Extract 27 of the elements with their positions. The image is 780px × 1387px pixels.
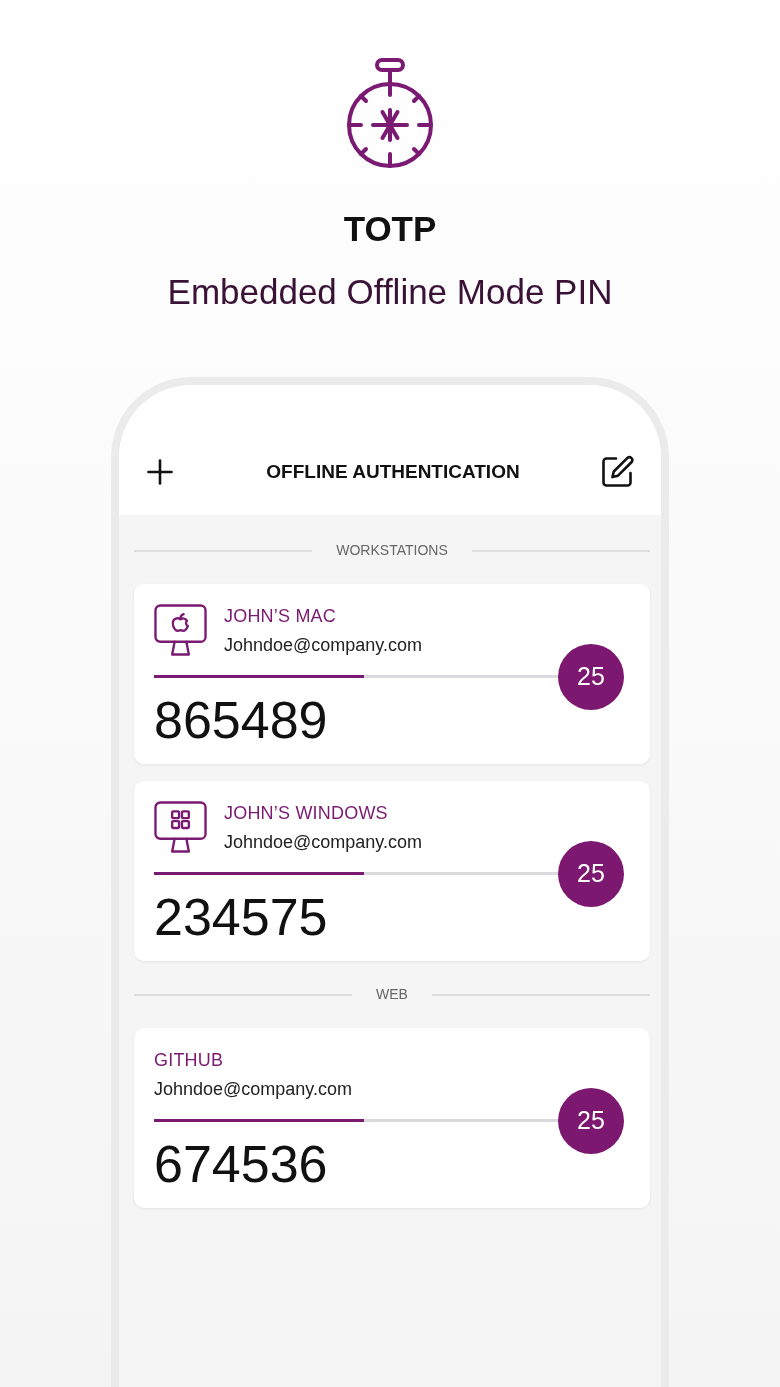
- account-email: Johndoe@company.com: [224, 634, 423, 656]
- account-email: Johndoe@company.com: [154, 1078, 353, 1100]
- countdown-badge: 25: [558, 1087, 624, 1154]
- edit-icon: [601, 455, 634, 488]
- screen-title: OFFLINE AUTHENTICATION: [266, 460, 520, 484]
- section-label: WORKSTATIONS: [336, 542, 448, 559]
- edit-button[interactable]: [601, 455, 634, 488]
- countdown-badge: 25: [558, 643, 624, 710]
- otp-code: 234575: [154, 891, 329, 943]
- plus-icon: [147, 459, 173, 485]
- account-card[interactable]: JOHN’S WINDOWS Johndoe@company.com 25 234575: [134, 781, 650, 961]
- add-button[interactable]: [147, 459, 173, 485]
- stopwatch-icon: [345, 58, 435, 170]
- account-email: Johndoe@company.com: [224, 831, 423, 853]
- otp-code: 865489: [154, 694, 329, 746]
- app-subtitle: Embedded Offline Mode PIN: [167, 271, 613, 313]
- app-title: TOTP: [343, 208, 437, 250]
- section-label: WEB: [376, 986, 408, 1003]
- account-name: JOHN’S MAC: [224, 605, 337, 627]
- account-name: GITHUB: [154, 1049, 225, 1071]
- monitor-apple-icon: [154, 604, 207, 657]
- account-card[interactable]: JOHN’S MAC Johndoe@company.com 25 865489: [134, 584, 650, 764]
- countdown-badge: 25: [558, 840, 624, 907]
- otp-code: 674536: [154, 1138, 329, 1190]
- account-card[interactable]: GITHUB Johndoe@company.com 25 674536: [134, 1028, 650, 1208]
- monitor-grid-icon: [154, 801, 207, 854]
- account-name: JOHN’S WINDOWS: [224, 802, 389, 824]
